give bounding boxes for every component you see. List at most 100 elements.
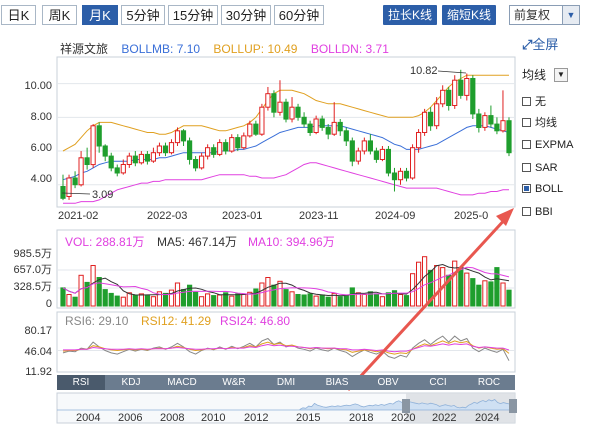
candle-up [440,89,446,105]
price-y-axis: 10.00 8.00 6.00 4.00 [24,80,52,185]
tab-cci[interactable]: CCI [413,375,463,390]
candle-up [205,147,211,157]
rsi-tick: 11.92 [25,366,52,378]
date-tick: 2023-01 [222,210,262,222]
candle-up [138,153,145,164]
candle-up [464,78,470,96]
tab-roc[interactable]: ROC [464,375,514,390]
volume-bar [205,293,211,307]
candle-down [271,93,277,113]
tab-wr[interactable]: W&R [209,375,259,390]
date-tick: 2025-0 [454,210,488,222]
candle-down [307,123,313,133]
candle-up [150,152,157,162]
candle-down [72,177,78,186]
volume-bar [506,289,512,307]
candle-up [397,170,404,181]
candle-up [355,150,361,162]
tab-obv[interactable]: OBV [363,375,413,390]
candle-down [367,140,373,152]
rsi12-line [62,340,510,355]
date-tick: 2022-03 [147,210,187,222]
tab-macd[interactable]: MACD [158,375,206,390]
volume-tick: 657.0万 [13,264,52,276]
volume-bar [217,294,223,307]
candle-up [259,106,265,135]
candle-up [168,142,175,154]
volume-bar [102,289,108,307]
candle-down [349,140,355,162]
rsi-tick: 46.04 [24,346,52,358]
indicator-tabs: RSI KDJ MACD W&R DMI BIAS OBV CCI ROC [57,375,515,390]
candle-up [410,147,416,179]
candle-up [229,137,235,152]
date-tick: 2021-02 [58,210,98,222]
candle-up [482,115,488,128]
ma5-value: MA5: 467.14万 [157,235,237,249]
volume-bar [361,294,367,307]
candle-down [193,159,199,169]
volume-bar [482,280,488,307]
timeline-year: 2024 [475,412,499,424]
volume-bar [289,291,295,307]
candle-up [78,157,84,186]
candles [60,69,512,201]
rsi6-value: RSI6: 29.10 [65,314,129,328]
volume-bar [126,292,132,307]
candle-down [132,155,138,164]
price-tick: 4.00 [31,173,52,185]
timeline-right-handle[interactable] [509,399,517,413]
tab-dmi[interactable]: DMI [261,375,311,390]
candle-up [90,125,96,166]
candle-up [247,123,253,137]
volume-bar [144,295,151,307]
volume-bar [373,293,379,307]
volume-bar [60,287,66,307]
candle-up [313,118,319,133]
timeline-left-handle[interactable] [402,399,410,413]
min-price-pointer [61,192,91,195]
volume-bar [132,294,138,307]
candle-down [337,121,343,132]
timeline-year: 2020 [391,412,415,424]
volume-bar [301,294,307,307]
volume-bar [199,296,205,307]
candle-up [331,121,337,135]
volume-bars [60,256,512,307]
candle-down [319,118,325,128]
volume-bar [174,282,181,307]
volume-bar [253,288,259,307]
candle-down [108,155,114,169]
boll-lower-line [63,162,510,204]
volume-bar [397,294,404,307]
candle-down [253,123,259,135]
candle-down [403,170,410,179]
volume-bar [458,267,464,307]
timeline-year: 2010 [201,412,225,424]
price-x-axis: 2021-02 2022-03 2023-01 2023-11 2024-09 … [58,210,488,222]
tab-kdj[interactable]: KDJ [107,375,155,390]
candle-down [162,145,169,154]
volume-bar [162,292,169,307]
candle-down [385,148,391,174]
price-tick: 8.00 [31,111,52,123]
candle-up [452,79,458,106]
volume-bar [66,294,72,307]
candle-down [343,130,349,142]
candle-down [102,145,108,157]
max-price-pointer [437,70,467,74]
kline-chart[interactable]: 10.00 8.00 6.00 4.00 2021-02 2022-03 202… [0,0,590,433]
ma10-value: MA10: 394.96万 [248,235,335,249]
candle-down [458,79,464,96]
candle-up [174,130,181,144]
price-tick: 6.00 [31,142,52,154]
volume-bar [500,282,506,307]
timeline-year: 2015 [296,412,320,424]
volume-bar [488,281,494,307]
tab-rsi[interactable]: RSI [57,375,105,390]
tab-bias[interactable]: BIAS [312,375,362,390]
volume-bar [271,284,277,307]
volume-bar [464,272,470,307]
volume-bar [337,296,343,307]
annotation-arrow-head [496,208,514,226]
